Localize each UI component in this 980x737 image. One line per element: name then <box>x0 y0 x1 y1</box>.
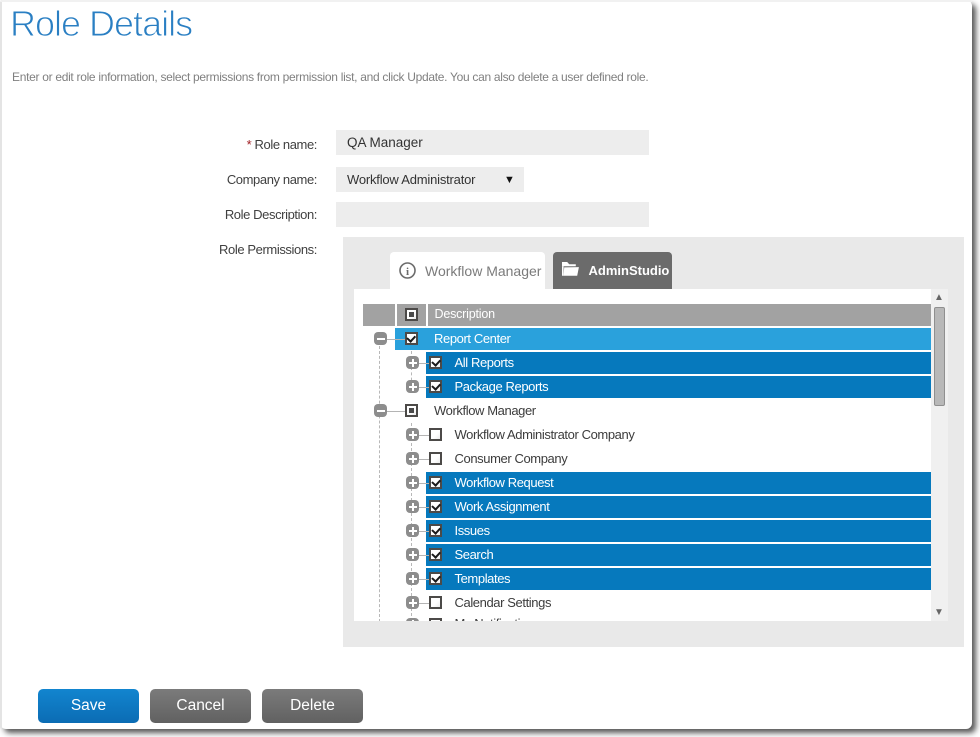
svg-text:i: i <box>406 266 409 278</box>
